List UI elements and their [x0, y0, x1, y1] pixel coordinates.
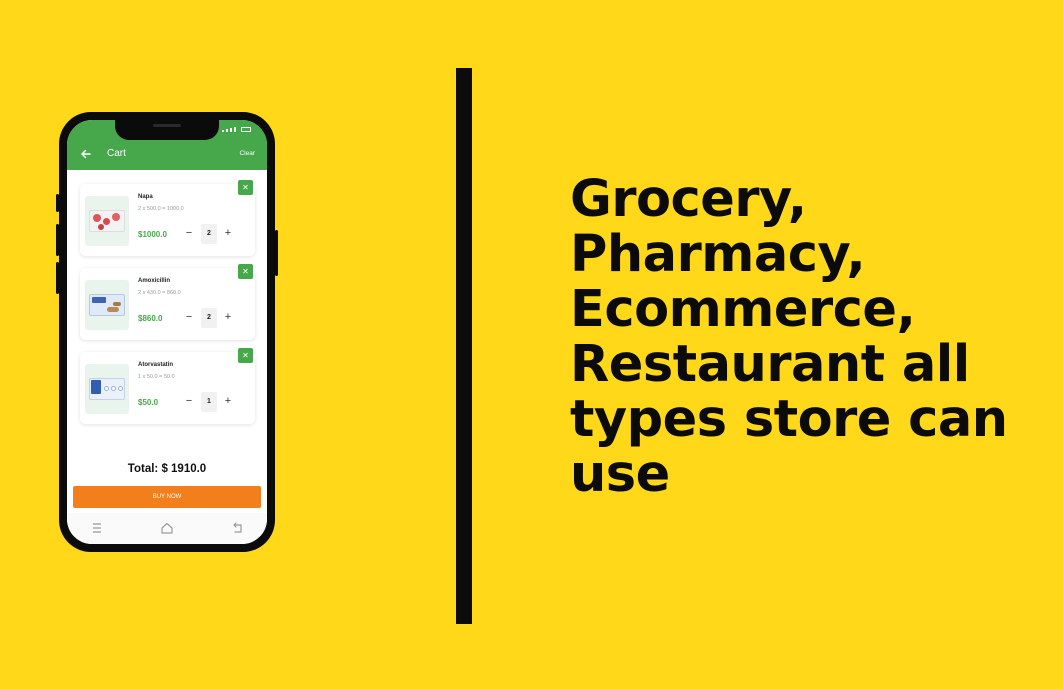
phone-notch: [115, 120, 219, 140]
close-icon: ✕: [242, 351, 249, 360]
product-image: [85, 280, 129, 330]
headline-line: use: [570, 445, 670, 504]
system-nav-bar: [67, 513, 267, 544]
phone-screen: Cart Clear Napa 2 x 500.0 = 1000.0 $1000…: [67, 120, 267, 544]
remove-item-button[interactable]: ✕: [238, 348, 253, 363]
phone-mute-switch: [56, 194, 59, 212]
clear-cart-button[interactable]: Clear: [239, 150, 255, 157]
increase-quantity-button[interactable]: +: [222, 396, 234, 407]
decrease-quantity-button[interactable]: −: [183, 312, 195, 323]
decrease-quantity-button[interactable]: −: [183, 396, 195, 407]
home-icon[interactable]: [159, 520, 175, 536]
cart-item: Atorvastatin 1 x 50.0 = 50.0 $50.0 − 1 +…: [80, 348, 255, 424]
item-name: Atorvastatin: [138, 362, 174, 368]
remove-item-button[interactable]: ✕: [238, 264, 253, 279]
close-icon: ✕: [242, 183, 249, 192]
arrow-left-icon[interactable]: [79, 147, 93, 161]
headline-line: Restaurant all: [570, 335, 970, 394]
quantity-value: 2: [201, 308, 217, 328]
remove-item-button[interactable]: ✕: [238, 180, 253, 195]
cart-item: Amoxicillin 2 x 430.0 = 860.0 $860.0 − 2…: [80, 264, 255, 340]
menu-icon[interactable]: [89, 520, 105, 536]
cart-item: Napa 2 x 500.0 = 1000.0 $1000.0 − 2 + ✕: [80, 180, 255, 256]
headline-line: Ecommerce,: [570, 280, 916, 339]
item-calculation: 2 x 500.0 = 1000.0: [138, 206, 184, 212]
item-price: $860.0: [138, 314, 163, 323]
item-name: Napa: [138, 194, 153, 200]
phone-power-button: [275, 230, 278, 276]
headline: Grocery, Pharmacy, Ecommerce, Restaurant…: [570, 172, 1040, 502]
product-image: [85, 196, 129, 246]
headline-line: Pharmacy,: [570, 225, 866, 284]
headline-line: types store can: [570, 390, 1008, 449]
increase-quantity-button[interactable]: +: [222, 228, 234, 239]
item-calculation: 1 x 50.0 = 50.0: [138, 374, 175, 380]
phone-volume-up: [56, 224, 59, 256]
headline-line: Grocery,: [570, 170, 807, 229]
vertical-divider: [456, 68, 472, 624]
increase-quantity-button[interactable]: +: [222, 312, 234, 323]
decrease-quantity-button[interactable]: −: [183, 228, 195, 239]
phone-volume-down: [56, 262, 59, 294]
app-bar: Cart Clear: [67, 140, 267, 170]
item-calculation: 2 x 430.0 = 860.0: [138, 290, 181, 296]
item-price: $1000.0: [138, 230, 167, 239]
close-icon: ✕: [242, 267, 249, 276]
product-image: [85, 364, 129, 414]
back-icon[interactable]: [229, 520, 245, 536]
quantity-value: 2: [201, 224, 217, 244]
cart-total: Total: $ 1910.0: [127, 463, 207, 475]
phone-mockup: Cart Clear Napa 2 x 500.0 = 1000.0 $1000…: [56, 112, 278, 552]
quantity-value: 1: [201, 392, 217, 412]
buy-now-button[interactable]: BUY NOW: [73, 486, 261, 508]
item-price: $50.0: [138, 398, 159, 407]
page-title: Cart: [107, 148, 126, 159]
item-name: Amoxicillin: [138, 278, 171, 284]
status-icons: [222, 127, 251, 132]
